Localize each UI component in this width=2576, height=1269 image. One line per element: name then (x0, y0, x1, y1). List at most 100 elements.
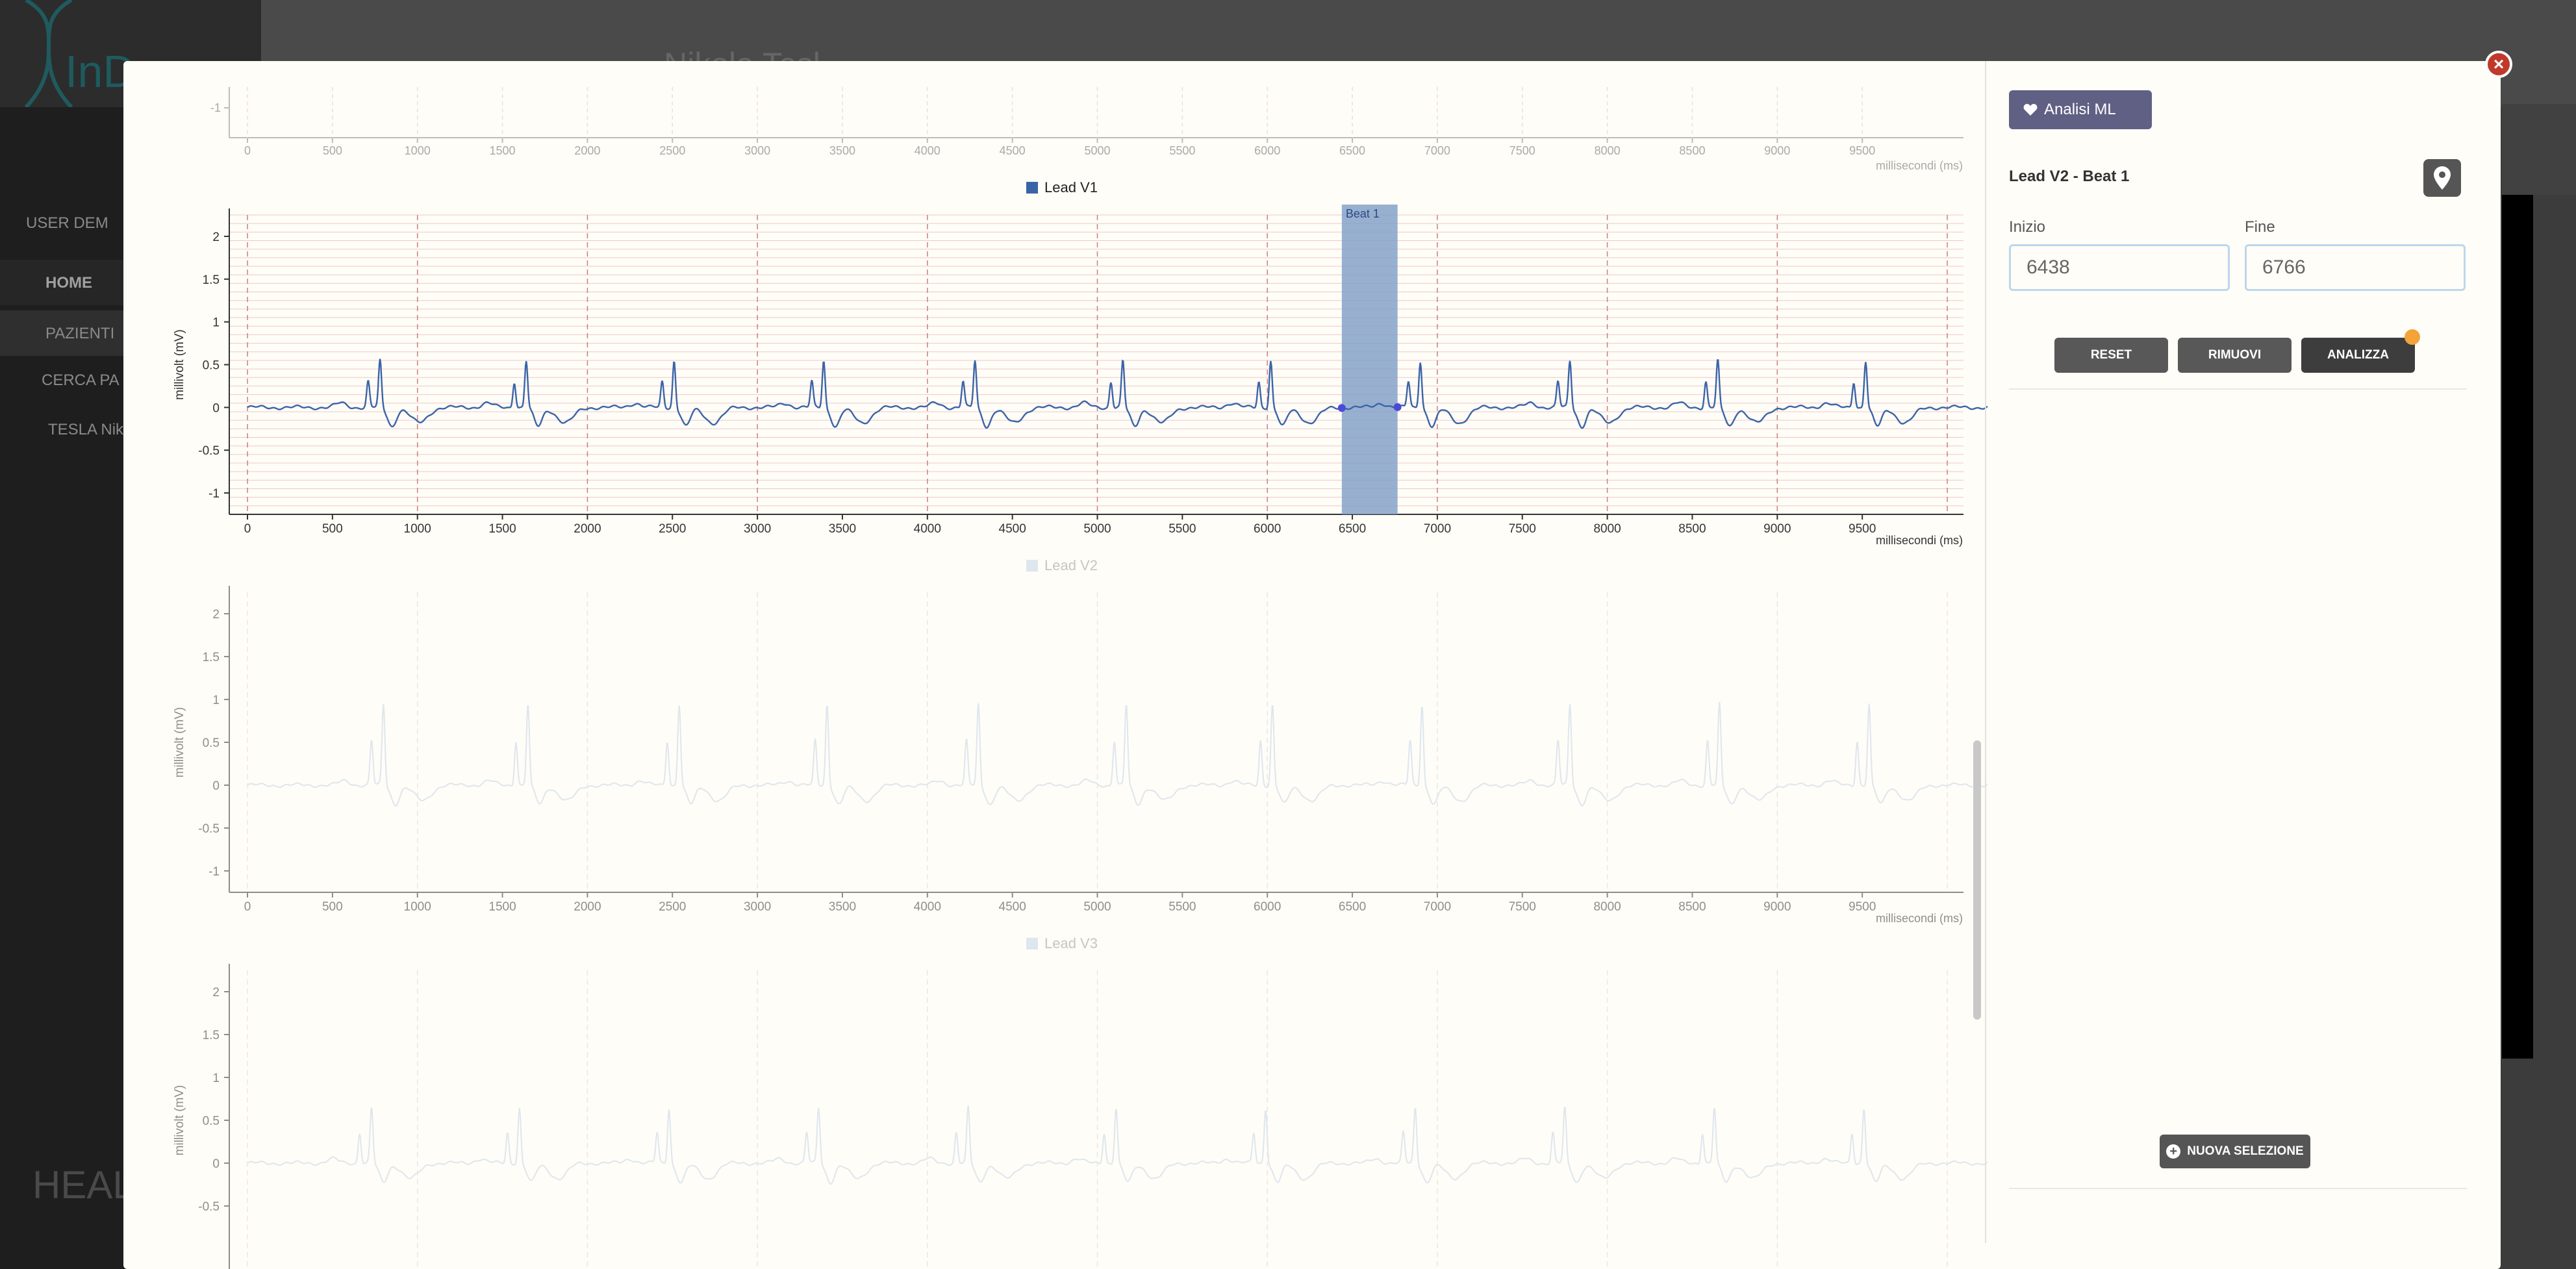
y-axis-label: millivolt (mV) (173, 1085, 186, 1156)
x-tick-label: 1000 (404, 522, 431, 536)
y-tick-label: 2 (212, 231, 220, 244)
x-tick-label: 5000 (1083, 900, 1111, 914)
x-tick-label: 500 (322, 522, 343, 536)
prev-x-tick-label: 3000 (744, 144, 770, 157)
x-tick-label: 6500 (1339, 522, 1366, 536)
y-tick-label: -1 (208, 865, 220, 879)
x-tick-label: 2000 (574, 900, 601, 914)
legend-swatch (1026, 560, 1038, 572)
y-tick-label: 0 (212, 1157, 220, 1171)
x-tick-label: 6000 (1254, 522, 1281, 536)
y-axis-label: millivolt (mV) (173, 707, 186, 778)
y-tick-label: 0.5 (203, 736, 220, 750)
y-axis-label: millivolt (mV) (173, 329, 186, 400)
ecg-trace (247, 1105, 1988, 1185)
ecg-charts-svg[interactable]: -10 500 1000 1500 2000 2500 3000 3500 4000 4500 50… (123, 61, 1988, 1269)
ecg-trace (247, 701, 1988, 807)
y-tick-label: -0.5 (198, 444, 220, 458)
prev-x-tick-label: 5000 (1084, 144, 1110, 157)
legend-label: Lead V2 (1044, 557, 1098, 573)
sidebar-patient-item[interactable]: TESLA Niko (48, 421, 132, 439)
x-tick-label: 3000 (744, 522, 771, 536)
legend-swatch (1026, 182, 1038, 194)
x-tick-label: 9000 (1763, 522, 1791, 536)
prev-x-axis-label: millisecondi (ms) (1876, 159, 1963, 172)
x-tick-label: 2500 (659, 900, 686, 914)
y-tick-label: 0 (212, 779, 220, 793)
analizza-button[interactable]: ANALIZZA (2301, 338, 2415, 373)
legend-label: Lead V3 (1044, 935, 1098, 951)
panel-separator-bottom (2009, 1188, 2467, 1189)
ecg-trace (247, 358, 1988, 429)
locate-beat-button[interactable] (2423, 159, 2461, 197)
prev-x-tick-label: 9000 (1764, 144, 1790, 157)
panel-separator-top (2009, 388, 2467, 390)
selection-handle (1337, 404, 1346, 412)
nuova-selezione-button[interactable]: + NUOVA SELEZIONE (2160, 1135, 2310, 1168)
prev-x-tick-label: 8000 (1595, 144, 1621, 157)
chart-lead-v1: Lead V1 2 1.5 1 0.5 0 -0.5 -1 millivolt (mV) 0 500… (173, 179, 1988, 547)
reset-button[interactable]: RESET (2054, 338, 2168, 373)
modal-close-button[interactable]: × (2485, 51, 2512, 78)
x-tick-label: 8000 (1593, 522, 1621, 536)
sidebar-search[interactable]: CERCA PA (42, 371, 120, 390)
prev-x-tick-label: 8500 (1679, 144, 1705, 157)
chart-scrollbar-thumb[interactable] (1973, 740, 1981, 1020)
x-tick-label: 0 (244, 522, 251, 536)
x-tick-label: 1500 (488, 900, 516, 914)
x-axis-label: millisecondi (ms) (1876, 534, 1963, 547)
inizio-label: Inizio (2009, 218, 2046, 236)
prev-x-tick-label: 2500 (659, 144, 685, 157)
x-tick-label: 1000 (404, 900, 431, 914)
panel-divider (1985, 61, 1986, 1243)
x-tick-label: 7000 (1424, 900, 1451, 914)
chart-lead-v3: Lead V3 2 1.5 1 0.5 0 -0.5 millivolt (mV) (173, 935, 1988, 1269)
prev-x-tick-label: 7500 (1509, 144, 1535, 157)
x-tick-label: 7000 (1424, 522, 1451, 536)
y-tick-label: -0.5 (198, 822, 220, 836)
fine-label: Fine (2245, 218, 2275, 236)
x-tick-label: 7500 (1509, 900, 1536, 914)
x-tick-label: 9500 (1849, 522, 1876, 536)
y-tick-label: 1.5 (203, 1029, 220, 1042)
inizio-input[interactable]: 6438 (2009, 244, 2230, 291)
beat-selection (1341, 205, 1398, 514)
beat-selection-label: Beat 1 (1346, 207, 1380, 220)
heart-icon (2023, 104, 2038, 116)
prev-x-tick-label: 2000 (574, 144, 600, 157)
prev-x-tick-label: 9500 (1849, 144, 1875, 157)
footer-brand: HEAL (32, 1163, 134, 1207)
x-tick-label: 6000 (1254, 900, 1281, 914)
prev-x-tick-label: 4500 (1000, 144, 1026, 157)
notification-dot (2405, 329, 2420, 345)
plus-circle-icon: + (2166, 1144, 2181, 1159)
sidebar-user[interactable]: USER DEM (26, 214, 108, 232)
fine-input[interactable]: 6766 (2245, 244, 2466, 291)
prev-x-tick-label: 1500 (490, 144, 516, 157)
y-tick-label: -0.5 (198, 1200, 220, 1214)
x-tick-label: 9000 (1763, 900, 1791, 914)
x-tick-label: 3500 (829, 900, 856, 914)
prev-x-tick-label: 4000 (915, 144, 941, 157)
x-tick-label: 6500 (1339, 900, 1366, 914)
x-tick-label: 3500 (829, 522, 856, 536)
nuova-selezione-label: NUOVA SELEZIONE (2187, 1144, 2304, 1158)
prev-x-tick-label: 7000 (1424, 144, 1450, 157)
legend-swatch (1026, 938, 1038, 949)
x-tick-label: 500 (322, 900, 343, 914)
x-axis-label: millisecondi (ms) (1876, 912, 1963, 925)
chart-scrollbar[interactable] (1972, 61, 1982, 1269)
x-tick-label: 1500 (488, 522, 516, 536)
prev-x-tick-label: 3500 (829, 144, 855, 157)
y-tick-label: 1.5 (203, 651, 220, 664)
x-tick-label: 8000 (1593, 900, 1621, 914)
analisi-ml-label: Analisi ML (2044, 101, 2116, 118)
x-tick-label: 4500 (999, 900, 1026, 914)
y-tick-label: 1.5 (203, 273, 220, 287)
x-tick-label: 8500 (1678, 522, 1706, 536)
y-tick-label: 0 (212, 401, 220, 415)
analisi-ml-button[interactable]: Analisi ML (2009, 90, 2152, 129)
rimuovi-button[interactable]: RIMUOVI (2178, 338, 2292, 373)
prev-x-tick-label: 1000 (405, 144, 431, 157)
selected-lead-title: Lead V2 - Beat 1 (2009, 168, 2130, 185)
